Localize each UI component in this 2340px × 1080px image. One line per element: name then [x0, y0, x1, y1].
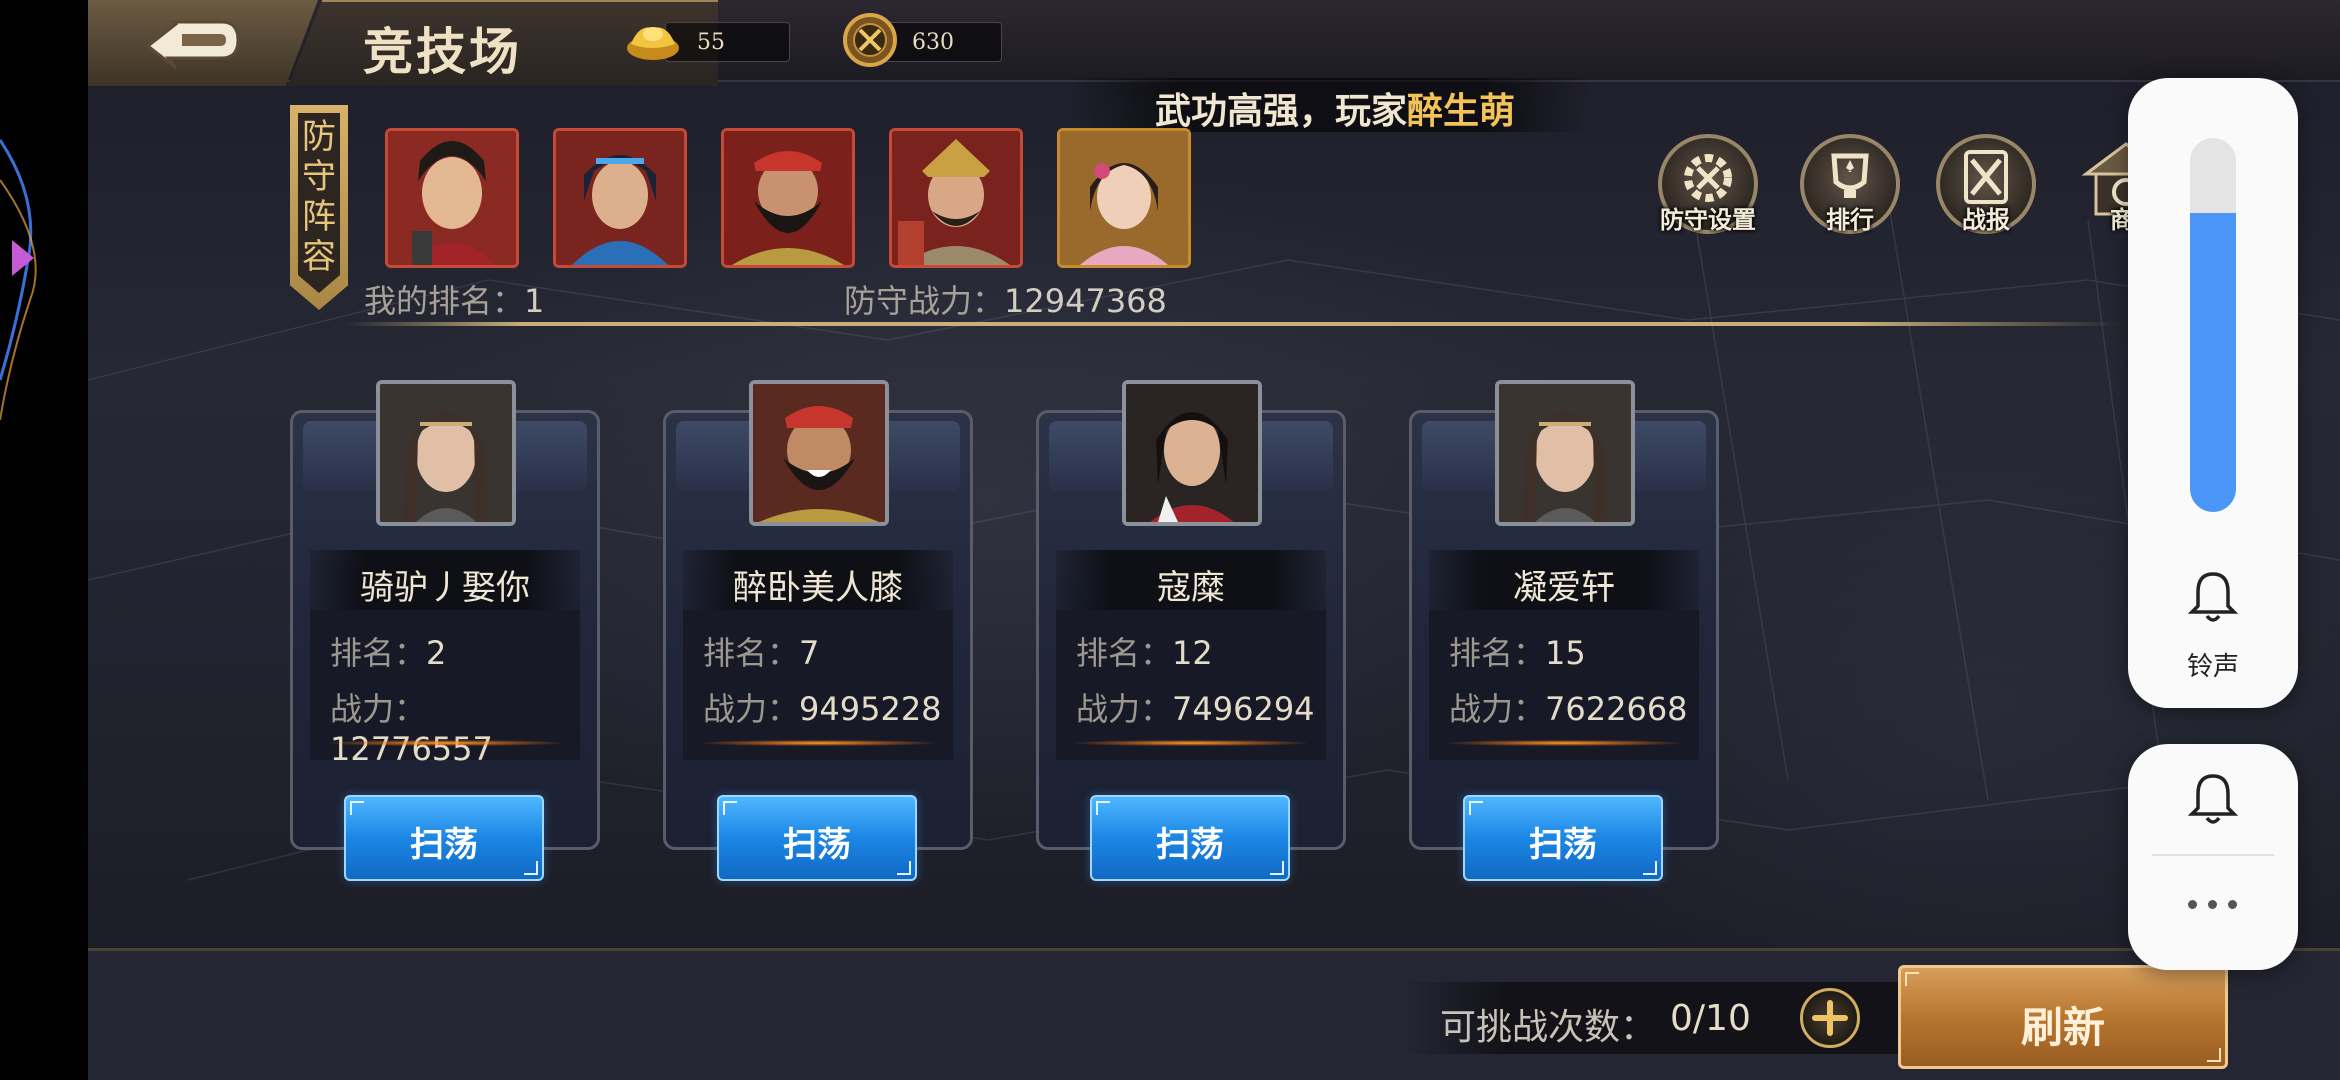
- battle-report-label: 战报: [1962, 206, 2010, 234]
- marquee-text: 武功高强，玩家: [1155, 91, 1408, 132]
- opponent-avatar[interactable]: [749, 380, 889, 526]
- refresh-label: 刷新: [2020, 1003, 2105, 1052]
- ranking-label: 排行: [1826, 206, 1874, 234]
- rank-label: 排名：: [1449, 634, 1546, 672]
- ringtone-label: 铃声: [2186, 652, 2239, 682]
- lineup-hero-3[interactable]: [721, 128, 855, 268]
- defense-lineup-label: 防守阵容: [302, 117, 336, 277]
- lineup-hero-5[interactable]: [1057, 128, 1191, 268]
- rank-value: 15: [1545, 634, 1586, 672]
- opponent-avatar[interactable]: [1122, 380, 1262, 526]
- defense-power-value: 12947368: [1004, 282, 1167, 320]
- arena-coin-icon: [843, 13, 897, 67]
- gold-ingot-value: 55: [697, 30, 725, 55]
- opponent-name: 醉卧美人膝: [733, 568, 903, 608]
- rank-value: 12: [1172, 634, 1213, 672]
- defense-power-label: 防守战力：: [844, 282, 1005, 320]
- power-label: 战力：: [1449, 690, 1546, 728]
- sweep-label: 扫荡: [783, 825, 851, 865]
- rank-label: 排名：: [1076, 634, 1173, 672]
- opponent-name: 寇糜: [1157, 568, 1225, 608]
- sweep-button[interactable]: 扫荡: [1463, 795, 1663, 881]
- rank-label: 排名：: [703, 634, 800, 672]
- more-icon: [2188, 900, 2197, 909]
- refresh-button[interactable]: 刷新: [1898, 965, 2228, 1069]
- back-button[interactable]: [144, 14, 244, 72]
- marquee-player-name: 醉生萌: [1407, 91, 1516, 132]
- bell-mode-icon[interactable]: [2188, 770, 2238, 826]
- challenge-count: 0/10: [1670, 998, 1751, 1039]
- gold-ingot-icon: [627, 27, 679, 60]
- opponent-avatar[interactable]: [376, 380, 516, 526]
- defense-lineup-banner: 防守阵容: [290, 105, 348, 310]
- my-rank-label: 我的排名：: [364, 282, 525, 320]
- announcement-marquee: 武功高强，玩家醉生萌: [1070, 78, 1590, 132]
- sweep-label: 扫荡: [1156, 825, 1224, 865]
- lineup-hero-1[interactable]: [385, 128, 519, 268]
- opponent-power: 战力：9495228: [703, 684, 942, 730]
- sweep-label: 扫荡: [410, 825, 478, 865]
- opponent-power: 战力：12776557: [330, 684, 580, 768]
- my-rank-value: 1: [524, 282, 545, 320]
- add-challenges-button[interactable]: [1800, 988, 1860, 1048]
- power-label: 战力：: [703, 690, 800, 728]
- opponent-card-4: 凝爱轩 排名：15 战力：7622668 扫荡: [1409, 380, 1719, 881]
- power-value: 12776557: [330, 730, 493, 768]
- sweep-button[interactable]: 扫荡: [344, 795, 544, 881]
- sweep-label: 扫荡: [1529, 825, 1597, 865]
- sweep-button[interactable]: 扫荡: [717, 795, 917, 881]
- opponent-rank: 排名：12: [1076, 628, 1213, 674]
- opponent-name: 凝爱轩: [1513, 568, 1615, 608]
- my-rank: 我的排名：1: [364, 276, 544, 322]
- opponent-name: 骑驴丿娶你: [360, 568, 530, 608]
- lineup-hero-2[interactable]: [553, 128, 687, 268]
- plus-icon: [1812, 1000, 1848, 1036]
- opponent-card-2: 醉卧美人膝 排名：7 战力：9495228 扫荡: [663, 380, 973, 881]
- rank-value: 7: [799, 634, 820, 672]
- volume-slider-fill: [2190, 213, 2236, 512]
- volume-panel: 铃声: [2128, 78, 2298, 708]
- arena-coin-value: 630: [912, 30, 954, 55]
- back-arrow-icon: [145, 20, 240, 70]
- lineup-hero-4[interactable]: [889, 128, 1023, 268]
- more-options-button[interactable]: [2184, 884, 2242, 924]
- power-label: 战力：: [1076, 690, 1173, 728]
- bell-icon: [2188, 572, 2238, 622]
- opponent-power: 战力：7622668: [1449, 684, 1688, 730]
- volume-slider[interactable]: [2190, 138, 2236, 512]
- opponent-card-1: 骑驴丿娶你 排名：2 战力：12776557 扫荡: [290, 380, 600, 881]
- rank-value: 2: [426, 634, 447, 672]
- opponent-card-3: 寇糜 排名：12 战力：7496294 扫荡: [1036, 380, 1346, 881]
- rank-label: 排名：: [330, 634, 427, 672]
- opponent-power: 战力：7496294: [1076, 684, 1315, 730]
- defense-power: 防守战力：12947368: [844, 276, 1167, 322]
- divider: [346, 322, 2121, 326]
- page-title: 竞技场: [363, 22, 522, 81]
- opponent-avatar[interactable]: [1495, 380, 1635, 526]
- volume-options-panel: [2128, 744, 2298, 970]
- challenge-label: 可挑战次数：: [1440, 1007, 1657, 1048]
- power-value: 7496294: [1172, 690, 1315, 728]
- system-edge-panel: [0, 0, 88, 1080]
- sweep-button[interactable]: 扫荡: [1090, 795, 1290, 881]
- opponent-rank: 排名：15: [1449, 628, 1586, 674]
- opponent-rank: 排名：7: [703, 628, 819, 674]
- gold-ingot-counter: [665, 22, 790, 62]
- power-label: 战力：: [330, 690, 427, 728]
- opponent-rank: 排名：2: [330, 628, 446, 674]
- power-value: 7622668: [1545, 690, 1688, 728]
- defense-settings-label: 防守设置: [1660, 206, 1756, 234]
- power-value: 9495228: [799, 690, 942, 728]
